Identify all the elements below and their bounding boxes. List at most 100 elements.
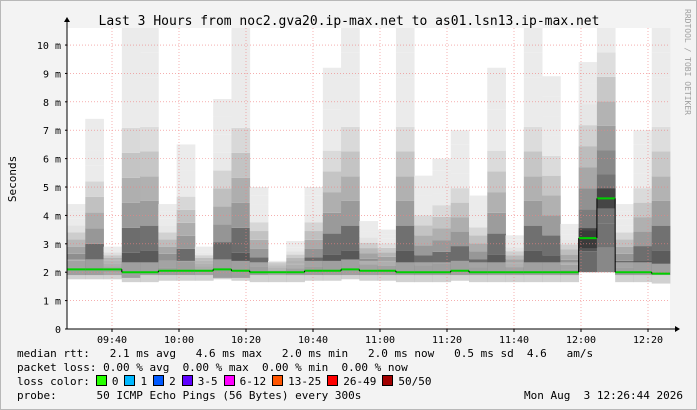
chart-title: Last 3 Hours from noc2.gva20.ip-max.net … (99, 14, 600, 29)
smoke-band (432, 216, 452, 229)
x-tick-label: 12:00 (566, 335, 596, 346)
smoke-band (121, 177, 141, 203)
smoke-band (633, 202, 653, 218)
smoke-band (194, 246, 214, 250)
smoke-band (304, 248, 324, 258)
smoke-band (231, 28, 251, 53)
smoke-band (213, 116, 232, 135)
smoke-band (140, 77, 159, 103)
smoke-band (450, 202, 470, 218)
smoke-band (158, 204, 178, 212)
probe-label: probe: (17, 389, 57, 402)
smoke-band (359, 226, 379, 232)
smoke-band (542, 175, 561, 196)
y-tick-label: 2 m (43, 268, 61, 279)
smoke-band (121, 152, 141, 178)
smoke-band (377, 243, 397, 248)
smoke-band (615, 218, 634, 226)
smoke-band (249, 187, 269, 196)
smoke-band (286, 247, 305, 252)
smoke-band (341, 225, 360, 251)
probe-row: probe: 50 ICMP Echo Pings (56 Bytes) eve… (17, 389, 687, 403)
smoke-band (596, 125, 616, 151)
loss-color-swatch (153, 375, 165, 386)
smoke-band (450, 188, 470, 203)
smoke-column (560, 223, 580, 283)
smoke-band (395, 225, 415, 251)
smoke-band (176, 170, 196, 184)
smoke-band (523, 28, 543, 53)
loss-color-item-label: 50/50 (398, 375, 432, 388)
smoke-band (395, 28, 415, 53)
smoke-band (304, 204, 324, 214)
smoke-band (651, 102, 671, 127)
smoke-band (322, 109, 342, 130)
smoke-band (578, 62, 598, 84)
smoke-band (85, 150, 104, 166)
x-tick-label: 11:00 (365, 335, 395, 346)
smoke-band (322, 129, 342, 151)
smoke-band (67, 239, 86, 247)
smoke-band (542, 76, 561, 97)
smoke-band (140, 28, 159, 53)
smoke-band (487, 212, 506, 234)
smoke-band (432, 205, 452, 217)
smoke-band (176, 196, 196, 210)
smoke-band (341, 151, 360, 177)
smoke-column (377, 229, 397, 281)
smoke-band (432, 158, 452, 171)
smoke-band (176, 222, 196, 236)
smoke-band (578, 146, 598, 168)
smoke-band (469, 251, 488, 260)
smoke-band (596, 247, 616, 273)
smoke-band (140, 200, 159, 226)
smoke-band (304, 239, 324, 249)
x-tick-label: 12:20 (633, 335, 663, 346)
smoke-band (140, 225, 159, 251)
smoke-column (651, 28, 671, 284)
smoke-band (85, 243, 104, 260)
smoke-band (487, 150, 506, 172)
smoke-band (377, 238, 397, 244)
smoke-column (231, 28, 251, 281)
loss-color-items: 0 1 2 3-5 6-12 13-25 26-49 50/50 (90, 375, 432, 388)
smoke-band (633, 144, 653, 160)
smoke-band (304, 231, 324, 240)
y-axis-arrow (64, 17, 70, 22)
smoke-band (249, 213, 269, 223)
smoke-band (103, 252, 123, 256)
smoke-band (304, 187, 324, 196)
smoke-band (596, 52, 616, 77)
smoke-column (450, 130, 470, 281)
smoke-column (578, 62, 598, 273)
smoke-band (322, 150, 342, 172)
smoke-band (651, 200, 671, 226)
smoke-band (121, 102, 141, 128)
smoke-band (395, 126, 415, 152)
smoke-band (615, 239, 634, 247)
smoke-band (615, 225, 634, 233)
smoke-band (249, 239, 269, 249)
smoke-band (596, 76, 616, 102)
smokeping-graph: 0 1 m 2 m 3 m 4 m 5 m 6 m 7 m 8 m 9 m 10 m 09:40 10:… (0, 0, 697, 410)
smoke-column (395, 28, 415, 283)
smoke-band (596, 101, 616, 126)
smoke-band (286, 244, 305, 248)
smoke-band (231, 127, 251, 153)
y-tick-label: 1 m (43, 297, 61, 308)
smoke-band (560, 249, 580, 255)
smoke-band (633, 217, 653, 232)
x-tick-label: 09:40 (97, 335, 127, 346)
smoke-band (651, 28, 671, 53)
smoke-band (85, 212, 104, 229)
smoke-band (395, 77, 415, 103)
median-rtt-stats: median rtt: 2.1 ms avg 4.6 ms max 2.0 ms… (17, 347, 594, 360)
smoke-band (231, 227, 251, 253)
smoke-band (487, 88, 506, 110)
smoke-band (487, 67, 506, 89)
smoke-column (414, 175, 433, 283)
smoke-band (67, 246, 86, 254)
smoke-band (304, 195, 324, 205)
smoke-band (359, 242, 379, 249)
smoke-band (450, 159, 470, 174)
